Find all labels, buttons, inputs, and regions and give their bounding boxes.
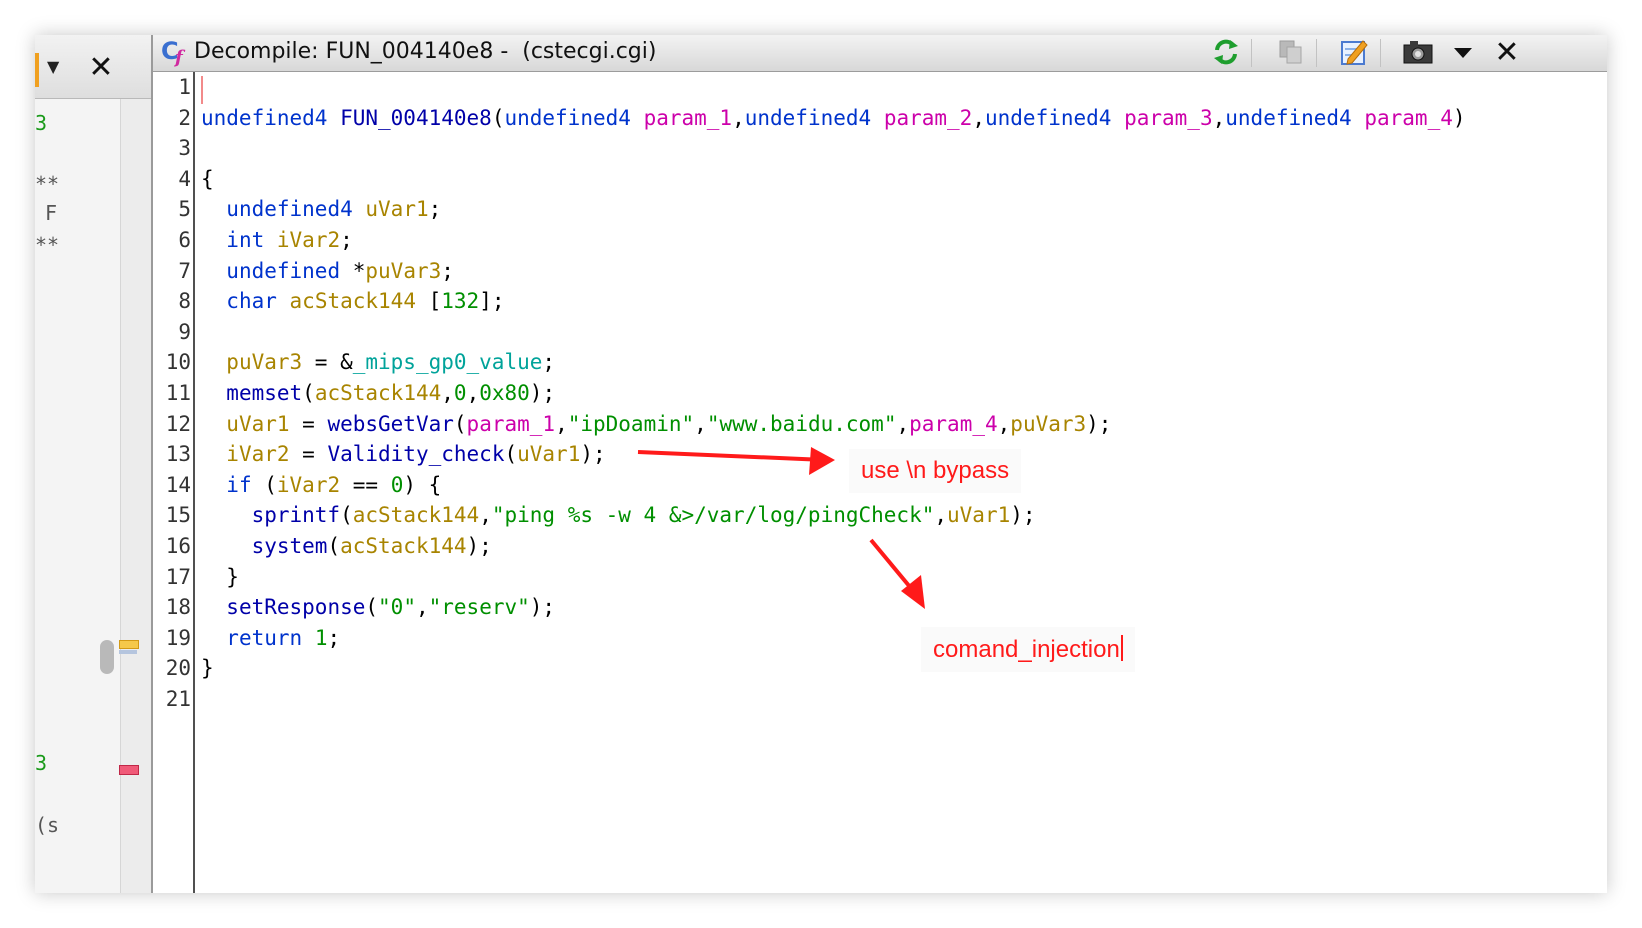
annotation-bypass: use \n bypass: [849, 449, 1022, 493]
overview-marker-selection[interactable]: [119, 650, 137, 654]
chevron-down-icon[interactable]: ▼: [47, 57, 59, 76]
code-fragment: **: [35, 172, 60, 196]
left-panel-header: ▼ ✕: [35, 35, 155, 99]
code-fragment: 3: [35, 111, 48, 135]
left-panel: ▼ ✕ 3 ** F ** 3 (s: [35, 35, 156, 893]
arrow-bypass: [637, 447, 835, 475]
text-caret: [1120, 635, 1123, 661]
left-panel-tab-edge: [35, 53, 39, 87]
app-window: ▼ ✕ 3 ** F ** 3 (s C f Decompile: FUN_00…: [35, 35, 1607, 893]
decompile-panel: C f Decompile: FUN_004140e8 - (cstecgi.c…: [151, 35, 1607, 893]
annotation-injection[interactable]: comand_injection: [921, 627, 1135, 672]
left-close-button[interactable]: ✕: [83, 47, 119, 89]
code-fragment: **: [35, 233, 60, 257]
overview-marker-error[interactable]: [119, 765, 139, 775]
code-fragment: 3: [35, 751, 48, 775]
code-fragment: F: [45, 201, 58, 225]
code-fragment: (s: [35, 813, 60, 837]
arrow-injection: [869, 538, 925, 609]
scrollbar-thumb[interactable]: [100, 640, 114, 674]
overview-marker-highlight[interactable]: [119, 640, 139, 649]
